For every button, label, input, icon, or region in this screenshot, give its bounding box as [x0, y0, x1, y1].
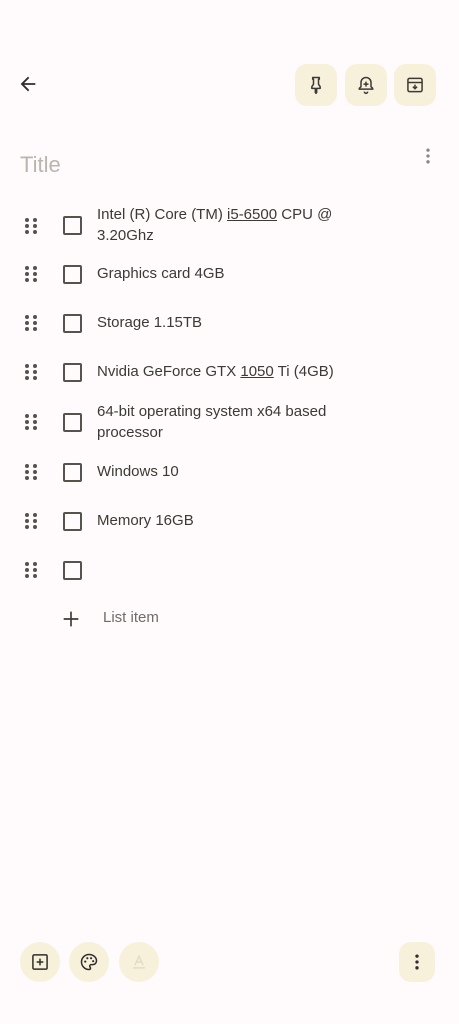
more-vertical-icon — [415, 954, 419, 970]
checkbox[interactable] — [63, 216, 82, 235]
more-vertical-icon — [426, 148, 430, 164]
list-item-text-part: CPU @ — [277, 206, 333, 223]
drag-handle-icon — [25, 414, 37, 430]
drag-handle[interactable] — [20, 361, 42, 383]
checkbox[interactable] — [63, 561, 82, 580]
top-app-bar — [0, 0, 459, 120]
archive-icon — [407, 77, 423, 93]
more-options-button[interactable] — [399, 942, 435, 982]
bottom-toolbar — [0, 938, 459, 988]
drag-handle[interactable] — [20, 263, 42, 285]
back-button[interactable] — [8, 64, 48, 104]
list-item-text[interactable]: Storage 1.15TB — [97, 312, 397, 333]
drag-handle-icon — [25, 562, 37, 578]
checkbox[interactable] — [63, 363, 82, 382]
drag-handle[interactable] — [20, 215, 42, 237]
list-item-text-part: Nvidia GeForce GTX — [97, 363, 241, 380]
drag-handle-icon — [25, 266, 37, 282]
list-item-text[interactable]: Graphics card 4GB — [97, 263, 397, 284]
checkbox[interactable] — [63, 463, 82, 482]
list-item-text[interactable]: Windows 10 — [97, 461, 397, 482]
list-item-text[interactable]: 64-bit operating system x64 based proces… — [97, 401, 397, 443]
text-format-icon — [133, 954, 145, 969]
add-list-item-label: List item — [103, 609, 159, 626]
checkbox[interactable] — [63, 314, 82, 333]
arrow-left-icon — [20, 76, 36, 92]
list-item-text-part: Ti (4GB) — [273, 363, 334, 380]
drag-handle-icon — [25, 513, 37, 529]
list-item-underlined-text: 1050 — [240, 363, 274, 380]
list-item-text[interactable]: Memory 16GB — [97, 510, 397, 531]
plus-icon — [63, 611, 79, 627]
pin-icon — [311, 76, 321, 95]
drag-handle[interactable] — [20, 411, 42, 433]
drag-handle-icon — [25, 218, 37, 234]
text-format-button[interactable] — [119, 942, 159, 982]
palette-icon — [80, 953, 98, 971]
checkbox[interactable] — [63, 265, 82, 284]
drag-handle[interactable] — [20, 510, 42, 532]
list-item-text[interactable] — [97, 559, 397, 580]
list-item-text[interactable]: Nvidia GeForce GTX 1050 Ti (4GB) — [97, 361, 397, 382]
color-palette-button[interactable] — [69, 942, 109, 982]
drag-handle-icon — [25, 315, 37, 331]
pin-button[interactable] — [295, 64, 337, 106]
drag-handle[interactable] — [20, 461, 42, 483]
title-more-button[interactable] — [412, 140, 444, 172]
note-editor-screen: Intel (R) Core (TM) i5-6500 CPU @ 3.20Gh… — [0, 0, 459, 1024]
add-list-item-button[interactable]: List item — [0, 604, 459, 634]
add-content-button[interactable] — [20, 942, 60, 982]
list-item-text[interactable]: Intel (R) Core (TM) i5-6500 CPU @ 3.20Gh… — [97, 204, 397, 246]
checkbox[interactable] — [63, 512, 82, 531]
list-item-text-line2: processor — [97, 424, 163, 441]
list-item-underlined-text: i5-6500 — [227, 206, 278, 223]
add-box-icon — [32, 954, 48, 970]
list-item-text-part: Intel (R) Core (TM) — [97, 206, 228, 223]
drag-handle-icon — [25, 464, 37, 480]
drag-handle[interactable] — [20, 559, 42, 581]
checkbox[interactable] — [63, 413, 82, 432]
bell-plus-icon — [358, 76, 374, 95]
drag-handle[interactable] — [20, 312, 42, 334]
archive-button[interactable] — [394, 64, 436, 106]
list-item-text-line2: 3.20Ghz — [97, 227, 154, 244]
drag-handle-icon — [25, 364, 37, 380]
list-item-text-line1: 64-bit operating system x64 based — [97, 403, 327, 420]
reminder-button[interactable] — [345, 64, 387, 106]
title-input[interactable] — [20, 148, 400, 182]
